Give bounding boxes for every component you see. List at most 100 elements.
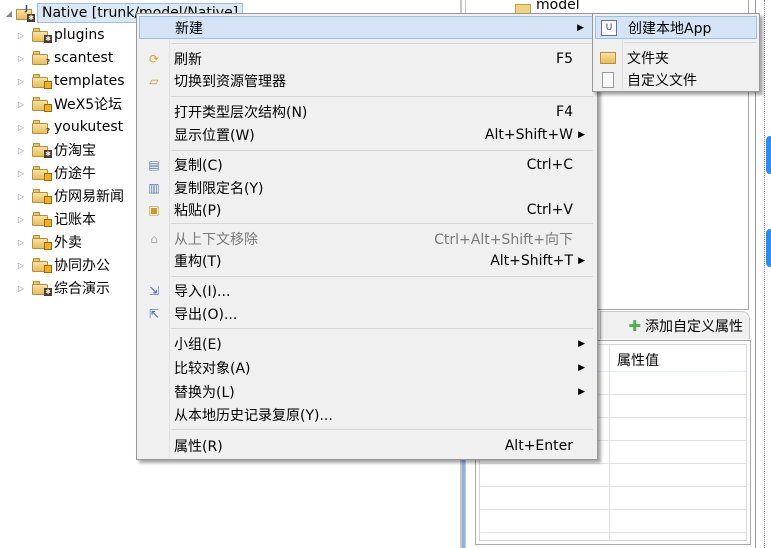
expand-arrow-icon[interactable]: ▷	[16, 30, 26, 40]
grid-row[interactable]	[480, 532, 746, 533]
tree-item[interactable]: ▷ ✱ plugins	[16, 24, 105, 46]
menu-item-new[interactable]: 新建 ▶	[139, 16, 595, 39]
menu-item-refresh[interactable]: ⟳ 刷新 F5	[139, 47, 595, 70]
dotted-divider	[764, 0, 765, 548]
menu-item-label: 切换到资源管理器	[174, 73, 286, 90]
tree-item[interactable]: ▷ 协同办公	[16, 254, 110, 276]
menu-item-properties[interactable]: 属性(R) Alt+Enter	[139, 434, 595, 457]
project-icon: J ✱	[16, 4, 35, 22]
menu-item-label: 小组(E)	[174, 336, 222, 353]
expand-arrow-icon[interactable]: ▷	[16, 191, 26, 201]
submenu-item-custom-file[interactable]: 自定义文件	[595, 68, 757, 91]
add-custom-attribute-button[interactable]: ✚ 添加自定义属性	[600, 311, 750, 339]
submenu-arrow-icon: ▶	[578, 255, 585, 266]
menu-item-shortcut: F4	[556, 103, 573, 120]
folder-icon: ?	[32, 120, 50, 135]
folder-icon	[32, 166, 52, 181]
expand-arrow-icon[interactable]: ▷	[16, 237, 26, 247]
menu-item-team[interactable]: 小组(E) ▶	[139, 332, 595, 355]
folder-icon	[32, 97, 52, 112]
tree-item-label: templates	[54, 73, 125, 89]
menu-item-restore-from-local-history[interactable]: 从本地历史记录复原(Y)...	[139, 403, 595, 426]
menu-item-shortcut: F5	[556, 50, 573, 67]
menu-item-shortcut: Alt+Enter	[504, 437, 573, 454]
menu-item-shortcut: Alt+Shift+T	[490, 252, 573, 269]
expand-arrow-icon[interactable]: ▷	[16, 283, 26, 293]
paste-icon: ▣	[148, 202, 160, 217]
side-tab[interactable]	[766, 136, 771, 174]
menu-item-label: 导入(I)...	[174, 283, 231, 300]
menu-item-label: 重构(T)	[174, 253, 222, 270]
folder-icon	[32, 189, 52, 204]
expand-arrow-icon[interactable]: ▷	[16, 76, 26, 86]
menu-item-label: 复制限定名(Y)	[174, 180, 264, 197]
menu-item-shortcut: Alt+Shift+W	[484, 126, 573, 143]
menu-item-label: 刷新	[174, 51, 202, 68]
tree-item[interactable]: ▷ 仿途牛	[16, 162, 96, 184]
menu-item-copy[interactable]: ▤ 复制(C) Ctrl+C	[139, 153, 595, 176]
tree-item[interactable]: ▷ WeX5论坛	[16, 93, 122, 115]
menu-item-show-in[interactable]: 显示位置(W) Alt+Shift+W ▶	[139, 123, 595, 146]
new-app-icon: U	[601, 19, 617, 36]
menu-item-import[interactable]: ⇲ 导入(I)...	[139, 279, 595, 302]
tree-item[interactable]: ▷ ? youkutest	[16, 116, 123, 138]
tree-item-label: 仿途牛	[54, 166, 96, 182]
menu-item-paste[interactable]: ▣ 粘贴(P) Ctrl+V	[139, 198, 595, 221]
side-tab[interactable]	[766, 229, 771, 267]
grid-row[interactable]	[480, 486, 746, 487]
menu-item-label: 新建	[175, 20, 203, 37]
tree-item-label: 仿淘宝	[54, 143, 96, 159]
submenu-arrow-icon: ▶	[578, 129, 585, 140]
expand-arrow-icon[interactable]: ▷	[16, 168, 26, 178]
menu-item-label: 比较对象(A)	[174, 360, 251, 377]
expand-arrow-icon[interactable]: ▷	[16, 214, 26, 224]
remove-context-icon: ⌂	[150, 231, 158, 246]
tree-item-label: youkutest	[54, 119, 124, 135]
menu-item-compare-with[interactable]: 比较对象(A) ▶	[139, 356, 595, 379]
new-submenu: U 创建本地App 文件夹 自定义文件	[592, 13, 760, 92]
folder-icon: ✱	[32, 28, 52, 43]
submenu-arrow-icon: ▶	[578, 338, 585, 349]
tree-item-label: 协同办公	[54, 258, 110, 274]
menu-item-shortcut: Ctrl+C	[526, 156, 573, 173]
expand-arrow-icon[interactable]: ▷	[16, 99, 26, 109]
collapse-arrow-icon[interactable]: ◢	[4, 8, 14, 18]
menu-item-label: 导出(O)...	[174, 306, 238, 323]
tree-item[interactable]: ▷ ? scantest	[16, 47, 113, 69]
tree-item[interactable]: ▷ ✱ 综合演示	[16, 277, 110, 299]
grid-header-value[interactable]: 属性值	[617, 350, 659, 370]
tree-item[interactable]: ▷ 仿网易新闻	[16, 185, 124, 207]
submenu-item-folder[interactable]: 文件夹	[595, 46, 757, 69]
menu-item-copy-qualified-name[interactable]: ▥ 复制限定名(Y)	[139, 176, 595, 199]
submenu-item-create-local-app[interactable]: U 创建本地App	[595, 16, 757, 39]
menu-item-show-in-explorer[interactable]: ▱ 切换到资源管理器	[139, 69, 595, 92]
menu-item-open-type-hierarchy[interactable]: 打开类型层次结构(N) F4	[139, 100, 595, 123]
grid-row[interactable]	[480, 509, 746, 510]
tree-item[interactable]: ▷ 记账本	[16, 208, 96, 230]
menu-item-label: 替换为(L)	[174, 384, 235, 401]
model-folder-label[interactable]: model	[536, 0, 580, 13]
menu-item-label: 从本地历史记录复原(Y)...	[174, 407, 333, 424]
context-menu: 新建 ▶ ⟳ 刷新 F5 ▱ 切换到资源管理器 打开类型层次结构(N) F4 显…	[136, 13, 598, 460]
copy-qualified-icon: ▥	[148, 180, 160, 195]
menu-item-refactor[interactable]: 重构(T) Alt+Shift+T ▶	[139, 249, 595, 272]
menu-item-label: 打开类型层次结构(N)	[174, 104, 308, 121]
tree-item[interactable]: ▷ templates	[16, 70, 125, 92]
submenu-item-label: 自定义文件	[627, 72, 697, 89]
expand-arrow-icon[interactable]: ▷	[16, 145, 26, 155]
tree-item-label: WeX5论坛	[54, 97, 123, 113]
expand-arrow-icon[interactable]: ▷	[16, 122, 26, 132]
grid-row[interactable]	[480, 463, 746, 464]
folder-icon	[32, 235, 52, 250]
expand-arrow-icon[interactable]: ▷	[16, 53, 26, 63]
menu-item-shortcut: Ctrl+V	[526, 201, 573, 218]
tree-item-label: 外卖	[54, 235, 82, 251]
folder-icon: ?	[32, 51, 50, 66]
menu-item-label: 显示位置(W)	[174, 127, 255, 144]
tree-item[interactable]: ▷ ✱ 仿淘宝	[16, 139, 96, 161]
menu-item-export[interactable]: ⇱ 导出(O)...	[139, 302, 595, 325]
menu-item-replace-with[interactable]: 替换为(L) ▶	[139, 380, 595, 403]
active-panel-indicator	[462, 460, 465, 548]
expand-arrow-icon[interactable]: ▷	[16, 260, 26, 270]
tree-item[interactable]: ▷ 外卖	[16, 231, 82, 253]
